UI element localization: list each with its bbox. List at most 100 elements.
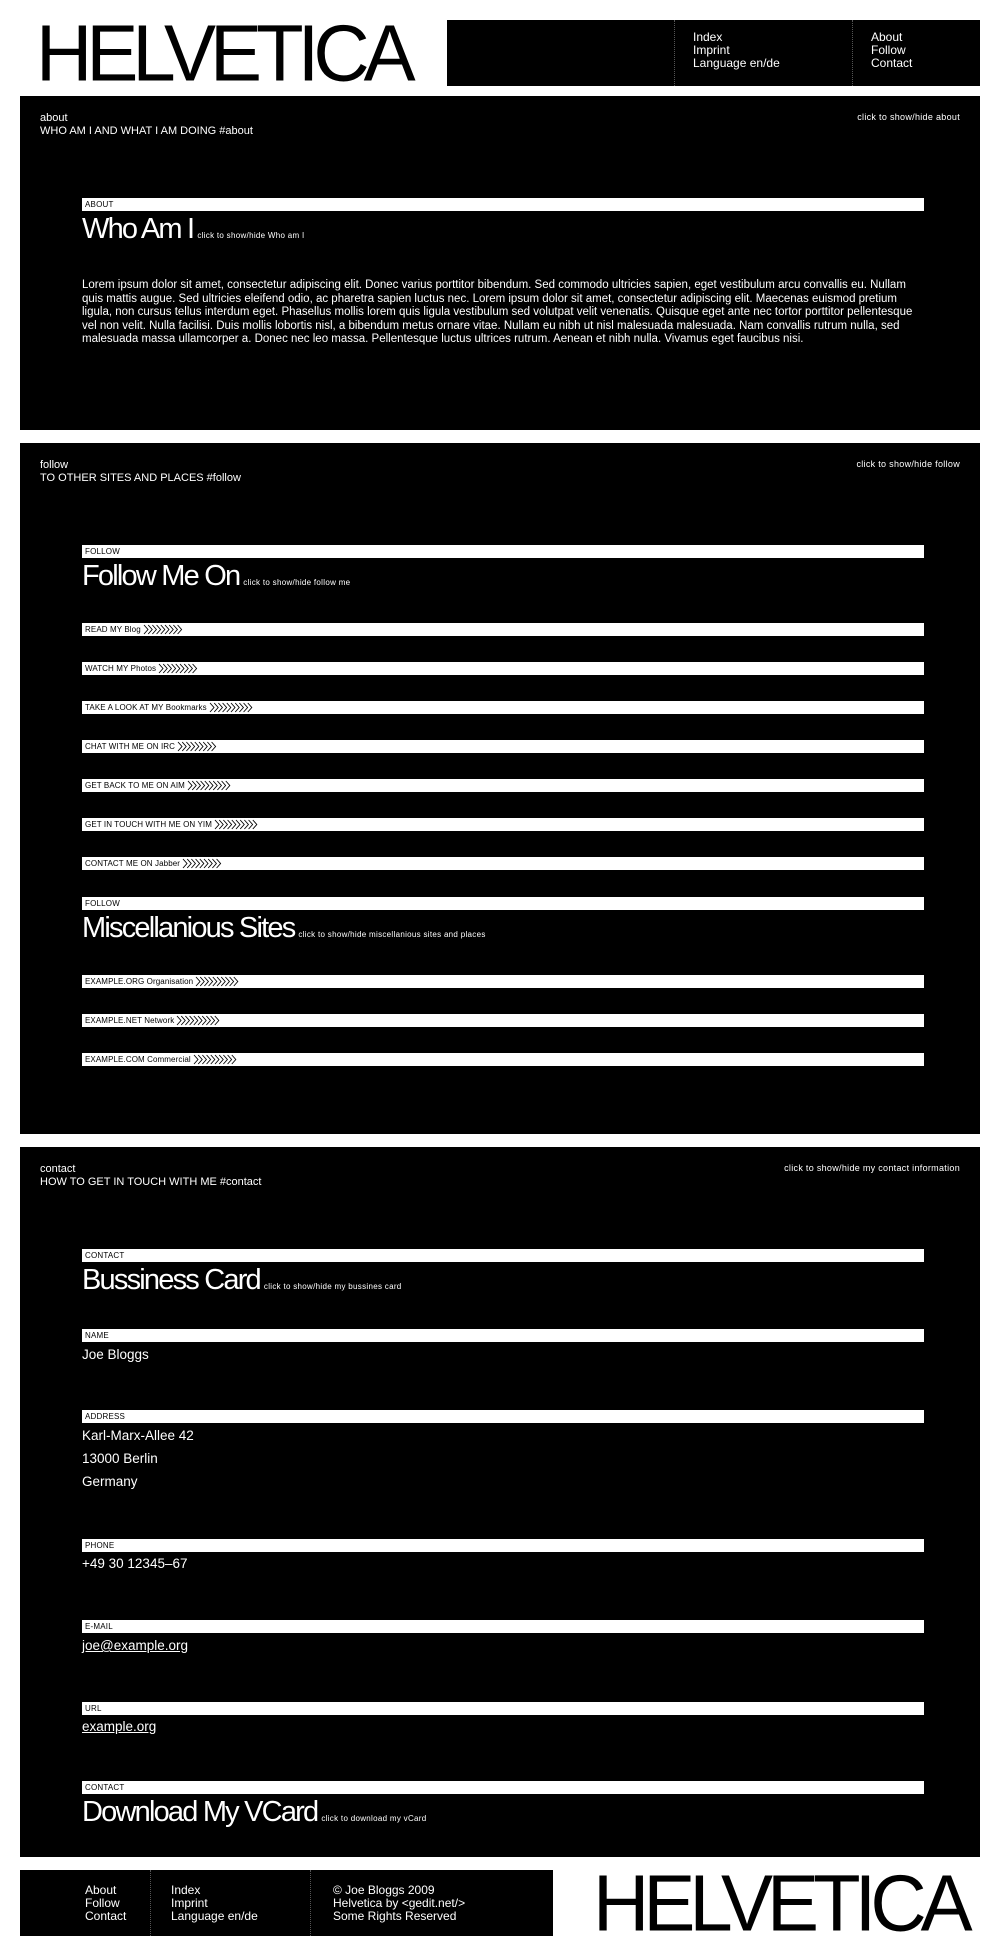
follow-link-irc[interactable]: CHAT WITH ME ON IRC (82, 740, 924, 753)
toggle-who-am-i-link[interactable]: click to show/hide Who am I (197, 231, 304, 240)
contact-email: joe@example.org (82, 1634, 188, 1657)
follow-link-aim[interactable]: GET BACK TO ME ON AIM (82, 779, 924, 792)
chevron-mark (214, 1015, 220, 1026)
chevron-mark (222, 1054, 228, 1065)
chevron-mark (189, 1015, 195, 1026)
chevron-mark (229, 976, 235, 987)
chevron-mark (194, 741, 200, 752)
nav-link-language[interactable]: Language en/de (693, 57, 852, 70)
link-label: TAKE A LOOK AT MY Bookmarks (85, 701, 209, 714)
about-section: about WHO AM I AND WHAT I AM DOING #abou… (20, 96, 980, 430)
chevron-mark (143, 624, 149, 635)
contact-phone: +49 30 12345–67 (82, 1556, 188, 1571)
contact-name: Joe Bloggs (82, 1347, 149, 1362)
chevron-mark (186, 858, 192, 869)
chevron-mark (207, 741, 213, 752)
section-subtitle: TO OTHER SITES AND PLACES #follow (40, 472, 241, 484)
field-label-bar: URL (82, 1702, 924, 1715)
chevron-mark (209, 702, 215, 713)
field-label-bar: ADDRESS (82, 1410, 924, 1423)
nav-link-contact[interactable]: Contact (871, 57, 980, 70)
chevrons-icon (177, 1015, 220, 1026)
chevron-mark (163, 663, 168, 674)
follow-link-blog[interactable]: READ MY Blog (82, 623, 924, 636)
chevron-mark (179, 663, 185, 674)
footer-logo[interactable]: HELVETICA (553, 1863, 980, 1943)
block-title: Who Am Iclick to show/hide Who am I (82, 213, 305, 252)
chevron-mark (216, 858, 222, 869)
toggle-about-link[interactable]: click to show/hide about (857, 112, 960, 122)
chevron-mark (225, 780, 231, 791)
chevron-mark (221, 976, 227, 987)
follow-link-yim[interactable]: GET IN TOUCH WITH ME ON YIM (82, 818, 924, 831)
toggle-misc-sites-link[interactable]: click to show/hide miscellanious sites a… (298, 930, 485, 939)
chevron-mark (221, 780, 227, 791)
business-card-block: CONTACT Bussiness Card click to show/hide… (82, 1249, 924, 1829)
misc-link-net[interactable]: EXAMPLE.NET Network (82, 1014, 924, 1027)
chevron-mark (198, 741, 204, 752)
chevron-mark (214, 1054, 220, 1065)
chevron-mark (247, 702, 253, 713)
address-line: Karl-Marx-Allee 42 (82, 1428, 194, 1443)
contact-section: contact HOW TO GET IN TOUCH WITH ME #con… (20, 1147, 980, 1857)
license-text: Some Rights Reserved (333, 1909, 457, 1923)
chevron-mark (203, 858, 209, 869)
misc-link-com[interactable]: EXAMPLE.COM Commercial (82, 1053, 924, 1066)
chevron-mark (235, 819, 241, 830)
chevron-mark (248, 819, 254, 830)
toggle-business-card-link[interactable]: click to show/hide my bussines card (264, 1282, 402, 1291)
logo-text: HELVETICA (36, 8, 416, 98)
chevrons-icon (195, 976, 239, 987)
chevrons-icon (182, 858, 222, 869)
misc-link-org[interactable]: EXAMPLE.ORG Organisation (82, 975, 924, 988)
chevron-mark (218, 1054, 224, 1065)
footer-link-contact[interactable]: Contact (85, 1910, 151, 1923)
chevron-mark (226, 702, 232, 713)
header-logo[interactable]: HELVETICA (20, 8, 447, 98)
section-heading: contact HOW TO GET IN TOUCH WITH ME #con… (40, 1163, 261, 1189)
category-bar: CONTACT (82, 1249, 924, 1262)
section-subtitle: HOW TO GET IN TOUCH WITH ME #contact (40, 1176, 262, 1188)
chevron-mark (177, 741, 183, 752)
about-paragraph: Lorem ipsum dolor sit amet, consectetur … (82, 279, 913, 345)
section-label: follow (40, 459, 69, 471)
chevron-mark (195, 976, 201, 987)
link-label: CONTACT ME ON Jabber (85, 857, 183, 870)
footer-link-language[interactable]: Language en/de (171, 1910, 310, 1923)
follow-link-jabber[interactable]: CONTACT ME ON Jabber (82, 857, 924, 870)
link-label: CHAT WITH ME ON IRC (85, 740, 178, 753)
chevron-mark (218, 819, 224, 830)
chevron-mark (185, 1015, 191, 1026)
chevron-mark (221, 702, 227, 713)
chevron-mark (216, 780, 222, 791)
chevron-mark (181, 1015, 187, 1026)
category-bar: FOLLOW (82, 897, 924, 910)
email-link[interactable]: joe@example.org (82, 1638, 188, 1653)
url-link[interactable]: example.org (82, 1719, 156, 1734)
follow-link-photos[interactable]: WATCH MY Photos (82, 662, 924, 675)
chevron-mark (208, 780, 214, 791)
chevron-mark (227, 819, 233, 830)
section-heading: follow TO OTHER SITES AND PLACES #follow (40, 459, 241, 485)
field-label-bar: PHONE (82, 1539, 924, 1552)
chevron-mark (191, 780, 197, 791)
site-header: HELVETICA Index Imprint Language en/de A… (20, 8, 980, 98)
follow-link-bookmarks[interactable]: TAKE A LOOK AT MY Bookmarks (82, 701, 924, 714)
chevron-mark (200, 780, 206, 791)
follow-block: FOLLOW Follow Me On click to show/hide fo… (82, 545, 924, 1085)
download-vcard-link[interactable]: click to download my vCard (321, 1814, 426, 1823)
contact-url: example.org (82, 1715, 156, 1738)
chevron-mark (204, 780, 210, 791)
follow-section: follow TO OTHER SITES AND PLACES #follow… (20, 443, 980, 1134)
chevron-mark (164, 624, 170, 635)
toggle-follow-me-link[interactable]: click to show/hide follow me (243, 578, 350, 587)
chevron-mark (198, 1015, 203, 1026)
toggle-contact-link[interactable]: click to show/hide my contact informatio… (784, 1163, 960, 1173)
section-label: about (40, 112, 68, 124)
chevron-mark (227, 1054, 232, 1065)
toggle-follow-link[interactable]: click to show/hide follow (856, 459, 960, 469)
section-subtitle: WHO AM I AND WHAT I AM DOING #about (40, 125, 253, 137)
chevron-mark (252, 819, 258, 830)
chevron-mark (172, 624, 178, 635)
chevron-mark (204, 976, 210, 987)
